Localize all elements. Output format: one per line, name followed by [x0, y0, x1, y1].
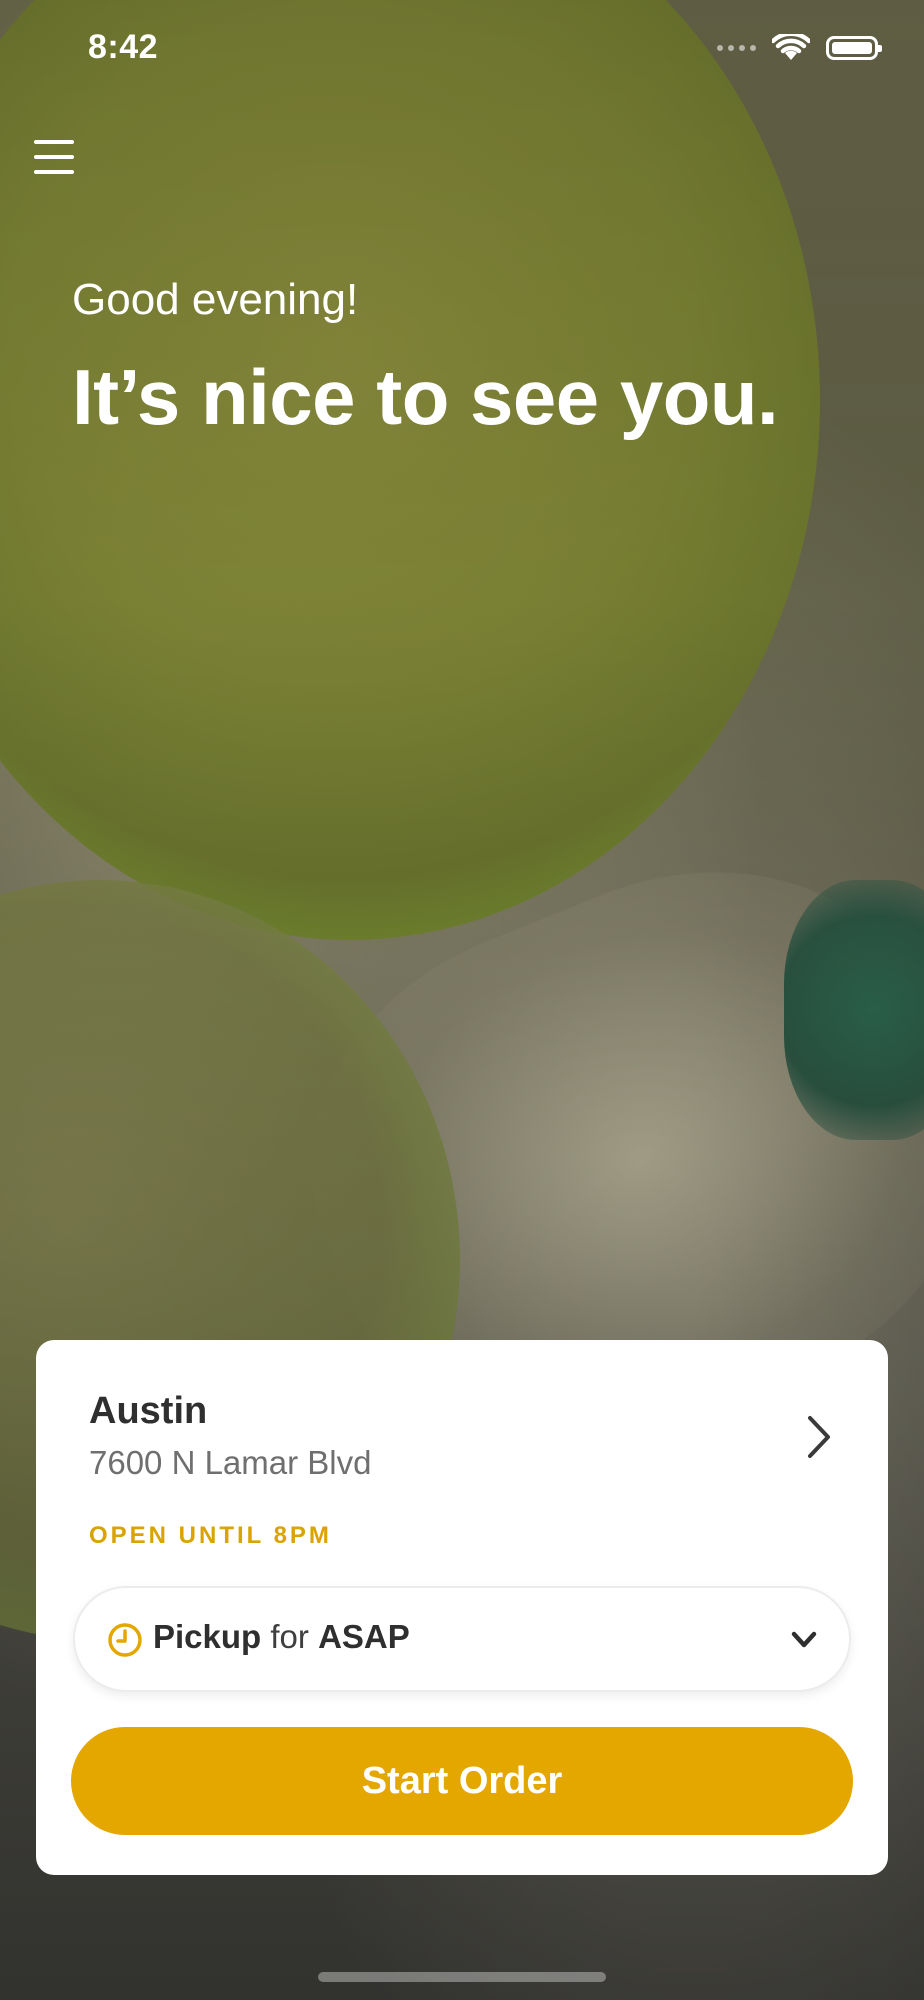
- home-indicator[interactable]: [318, 1972, 606, 1982]
- chevron-right-icon: [808, 1416, 830, 1458]
- location-address: 7600 N Lamar Blvd: [89, 1444, 372, 1481]
- status-icons: [717, 34, 882, 62]
- order-mode-label: Pickup: [153, 1618, 262, 1655]
- order-time-label: ASAP: [318, 1618, 410, 1655]
- hamburger-menu-icon[interactable]: [34, 138, 74, 176]
- store-hours: OPEN UNTIL 8PM: [89, 1522, 332, 1549]
- signal-icon: [717, 45, 756, 51]
- location-card: Austin 7600 N Lamar Blvd OPEN UNTIL 8PM …: [36, 1340, 888, 1875]
- location-selector[interactable]: Austin 7600 N Lamar Blvd: [36, 1340, 888, 1530]
- chevron-down-icon: [791, 1631, 817, 1648]
- start-order-button[interactable]: Start Order: [71, 1727, 853, 1835]
- pickup-time-dropdown[interactable]: Pickup for ASAP: [73, 1586, 851, 1692]
- pickup-summary: Pickup for ASAP: [153, 1618, 410, 1656]
- battery-icon: [826, 36, 882, 60]
- order-mode-connector: for: [270, 1618, 309, 1655]
- clock-icon: [108, 1623, 142, 1657]
- status-time: 8:42: [88, 28, 159, 66]
- wifi-icon: [772, 34, 810, 60]
- greeting-text: Good evening!: [72, 275, 359, 324]
- welcome-headline: It’s nice to see you.: [72, 353, 779, 441]
- location-name: Austin: [89, 1390, 208, 1432]
